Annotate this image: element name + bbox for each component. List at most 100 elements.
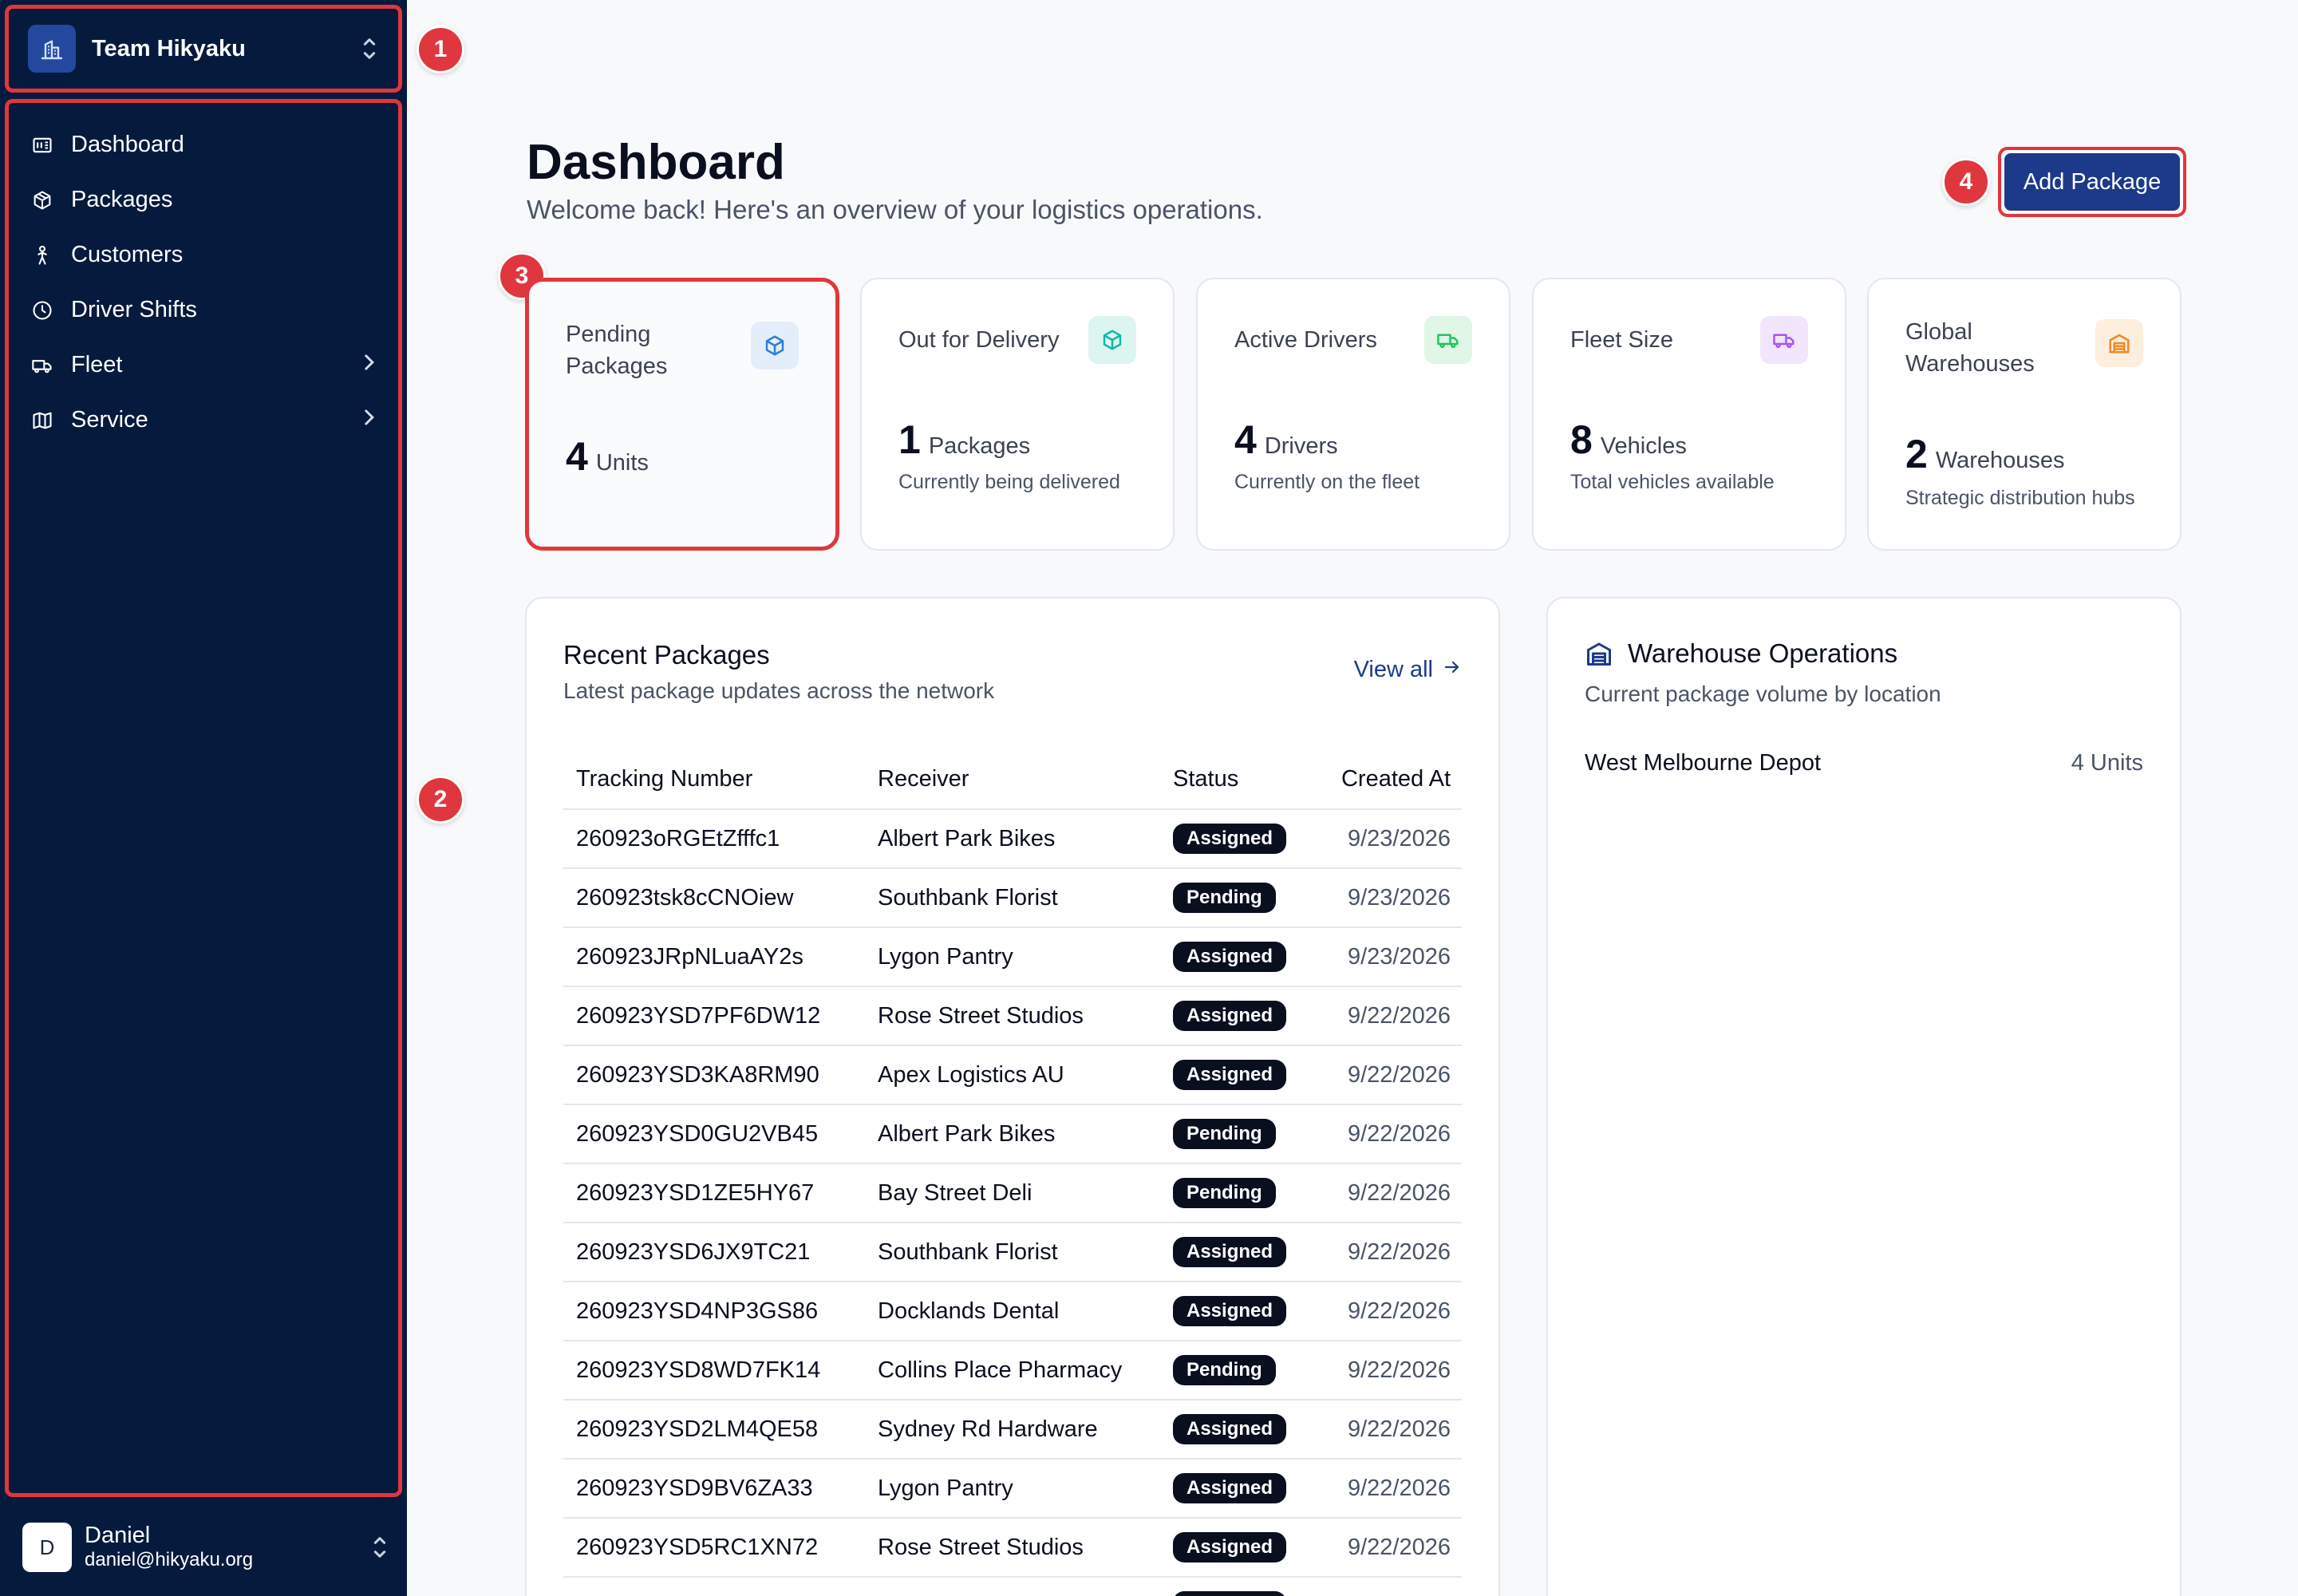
warehouse-icon	[2095, 319, 2143, 367]
warehouse-icon	[1585, 639, 1613, 668]
status-badge: Assigned	[1173, 1532, 1287, 1562]
packages-table: Tracking Number Receiver Status Created …	[563, 750, 1462, 1596]
package-icon	[751, 322, 799, 369]
warehouse-operations-title: Warehouse Operations	[1628, 638, 1898, 668]
stat-title: Out for Delivery	[898, 327, 1060, 353]
status-badge: Pending	[1173, 1119, 1276, 1149]
sidebar-item-service[interactable]: Service	[9, 393, 398, 448]
created-at-cell: 9/22/2026	[1320, 1223, 1462, 1282]
stat-value: 8	[1570, 417, 1593, 462]
truck-icon	[1424, 316, 1472, 364]
stat-unit: Warehouses	[1935, 448, 2065, 473]
stat-value-row: 8 Vehicles	[1570, 417, 1687, 463]
status-badge: Assigned	[1173, 1473, 1287, 1503]
tracking-number-cell: 260923tsk8cCNOiew	[563, 868, 865, 928]
table-row[interactable]: 260923YSD5RC1XN72 Rose Street Studios Assi…	[563, 1518, 1462, 1578]
sidebar-item-dashboard[interactable]: Dashboard	[9, 117, 398, 172]
status-badge: Assigned	[1173, 1237, 1287, 1267]
sidebar-item-packages[interactable]: Packages	[9, 172, 398, 227]
page-subtitle: Welcome back! Here's an overview of your…	[527, 195, 1263, 224]
callout-4: 4	[1942, 158, 1990, 206]
stat-card-active-drivers[interactable]: Active Drivers 4 Drivers Currently on th…	[1196, 278, 1510, 551]
receiver-cell: Lygon Pantry	[865, 1459, 1160, 1519]
table-row[interactable]: 260923YSD7PF6DW12 Rose Street Studios Assi…	[563, 986, 1462, 1046]
table-row[interactable]: 260923YSD1ZE5HY67 Bay Street Deli Pending 9…	[563, 1163, 1462, 1223]
created-at-cell: 9/23/2026	[1320, 927, 1462, 987]
status-badge: Pending	[1173, 1178, 1276, 1208]
view-all-link[interactable]: View all	[1354, 656, 1462, 683]
status-cell: Pending	[1160, 1341, 1320, 1400]
status-cell: Assigned	[1160, 986, 1320, 1046]
table-row[interactable]: 260923JRpNLuaAY2s Lygon Pantry Assigned 9/2…	[563, 927, 1462, 987]
status-cell: Assigned	[1160, 1282, 1320, 1341]
truck-icon	[30, 353, 55, 378]
team-switcher[interactable]: Team Hikyaku	[5, 5, 402, 93]
created-at-cell: 9/23/2026	[1320, 868, 1462, 928]
stat-card-fleet-size[interactable]: Fleet Size 8 Vehicles Total vehicles ava…	[1532, 278, 1846, 551]
recent-packages-panel: Recent Packages Latest package updates a…	[525, 597, 1500, 1596]
tracking-number-cell: 260923YSD7PF6DW12	[563, 986, 865, 1046]
status-badge: Assigned	[1173, 1591, 1287, 1596]
table-row[interactable]: 260923YSD4NP3GS86 Docklands Dental Assigne…	[563, 1282, 1462, 1341]
user-info: Daniel daniel@hikyaku.org	[85, 1523, 370, 1572]
stat-value-row: 4 Drivers	[1234, 417, 1338, 463]
warehouse-operations-subtitle: Current package volume by location	[1585, 681, 1941, 706]
stat-unit: Units	[595, 450, 649, 476]
sidebar-item-label: Customers	[71, 242, 184, 267]
warehouse-location-count: 4 Units	[2071, 750, 2143, 776]
avatar: D	[22, 1523, 72, 1572]
status-badge: Pending	[1173, 883, 1276, 913]
status-cell: Assigned	[1160, 1400, 1320, 1460]
tracking-number-cell: 260923YSD3HT8PL09	[563, 1577, 865, 1596]
status-cell: Assigned	[1160, 1045, 1320, 1105]
sidebar-item-fleet[interactable]: Fleet	[9, 338, 398, 393]
sidebar-item-driver-shifts[interactable]: Driver Shifts	[9, 282, 398, 338]
receiver-cell: Sydney Rd Hardware	[865, 1400, 1160, 1460]
status-badge: Assigned	[1173, 824, 1287, 854]
column-header: Created At	[1320, 750, 1462, 810]
table-row[interactable]: 260923YSD6JX9TC21 Southbank Florist Assign…	[563, 1223, 1462, 1282]
column-header: Status	[1160, 750, 1320, 810]
receiver-cell: Albert Park Bikes	[865, 809, 1160, 869]
callout-1: 1	[417, 26, 464, 73]
table-row[interactable]: 260923YSD3HT8PL09Melbourne Uni Stores Ass…	[563, 1577, 1462, 1596]
table-row[interactable]: 260923YSD8WD7FK14 Collins Place Pharmacy P…	[563, 1341, 1462, 1400]
table-row[interactable]: 260923YSD3KA8RM90 Apex Logistics AU Assign…	[563, 1045, 1462, 1105]
stat-card-out-for-delivery[interactable]: Out for Delivery 1 Packages Currently be…	[860, 278, 1175, 551]
tracking-number-cell: 260923YSD1ZE5HY67	[563, 1163, 865, 1223]
table-row[interactable]: 260923YSD0GU2VB45 Albert Park Bikes Pendin…	[563, 1104, 1462, 1164]
warehouse-header: Warehouse Operations	[1585, 638, 1897, 669]
receiver-cell: Southbank Florist	[865, 868, 1160, 928]
receiver-cell: Melbourne Uni Stores	[865, 1577, 1160, 1596]
callout-2: 2	[417, 776, 464, 824]
stat-desc: Strategic distribution hubs	[1905, 487, 2135, 509]
stat-title: Fleet Size	[1570, 327, 1673, 353]
table-row[interactable]: 260923tsk8cCNOiew Southbank Florist Pendin…	[563, 868, 1462, 928]
sidebar-item-customers[interactable]: Customers	[9, 227, 398, 282]
created-at-cell: 9/22/2026	[1320, 1400, 1462, 1460]
table-row[interactable]: 260923oRGEtZfffc1 Albert Park Bikes Assign…	[563, 809, 1462, 869]
created-at-cell: 9/22/2026	[1320, 986, 1462, 1046]
status-cell: Assigned	[1160, 1223, 1320, 1282]
user-menu[interactable]: D Daniel daniel@hikyaku.org	[22, 1519, 389, 1575]
receiver-cell: Apex Logistics AU	[865, 1045, 1160, 1105]
page-title: Dashboard	[527, 135, 785, 190]
created-at-cell: 9/22/2026	[1320, 1577, 1462, 1596]
team-name: Team Hikyaku	[92, 35, 246, 61]
recent-packages-title: Recent Packages	[563, 640, 770, 670]
stat-card-global-warehouses[interactable]: Global Warehouses 2 Warehouses Strategic…	[1867, 278, 2182, 551]
chevrons-up-down-icon	[370, 1534, 389, 1561]
receiver-cell: Bay Street Deli	[865, 1163, 1160, 1223]
stat-title: Global Warehouses	[1905, 319, 2035, 377]
add-package-button[interactable]: Add Package	[2004, 153, 2180, 211]
tracking-number-cell: 260923YSD0GU2VB45	[563, 1104, 865, 1164]
table-row[interactable]: 260923YSD9BV6ZA33 Lygon Pantry Assigned 9/2…	[563, 1459, 1462, 1519]
tracking-number-cell: 260923YSD8WD7FK14	[563, 1341, 865, 1400]
table-row[interactable]: 260923YSD2LM4QE58 Sydney Rd Hardware Assig…	[563, 1400, 1462, 1460]
table-header-row: Tracking Number Receiver Status Created …	[563, 750, 1462, 810]
created-at-cell: 9/22/2026	[1320, 1518, 1462, 1578]
stat-card-pending-packages[interactable]: Pending Packages 4 Units	[525, 278, 839, 551]
sidebar: Team Hikyaku Dashboard Packages Customer…	[0, 0, 407, 1596]
add-package-highlight: Add Package	[1998, 147, 2186, 217]
tracking-number-cell: 260923YSD5RC1XN72	[563, 1518, 865, 1578]
